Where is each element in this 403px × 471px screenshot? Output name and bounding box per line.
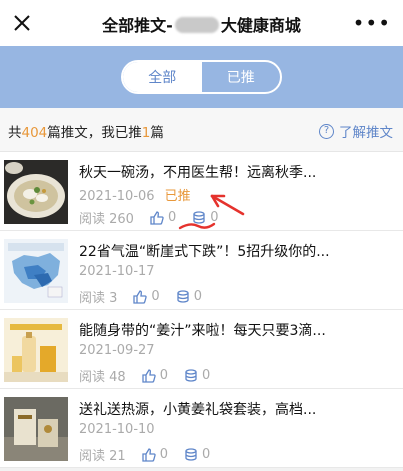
question-icon: ? xyxy=(319,123,334,139)
redacted-name-blur xyxy=(174,17,219,33)
read-count: 阅读 48 xyxy=(79,370,126,385)
help-label: 了解推文 xyxy=(339,125,393,141)
list-item[interactable]: 送礼送热源，小黄姜礼袋套装，高档... 2021-10-10 阅读 21 0 0 xyxy=(0,389,403,468)
article-thumbnail xyxy=(4,239,68,303)
like-count: 0 xyxy=(167,210,177,225)
like-stat: 0 xyxy=(133,289,160,304)
article-meta: 2021-09-27 xyxy=(79,343,155,358)
page-title-suffix: 大健康商城 xyxy=(220,16,301,35)
page-title: 全部推文- 大健康商城 xyxy=(60,12,343,36)
read-count: 阅读 21 xyxy=(79,449,126,464)
summary-part-1: 共 xyxy=(8,125,22,141)
article-thumbnail xyxy=(4,160,68,224)
article-stats: 阅读 3 0 0 xyxy=(79,287,218,306)
thumbs-up-icon xyxy=(150,210,164,225)
thumbs-up-icon xyxy=(142,368,156,383)
coin-stack-icon xyxy=(185,447,197,461)
like-count: 0 xyxy=(159,447,168,462)
article-stats: 阅读 260 0 0 xyxy=(79,208,235,227)
share-count: 0 xyxy=(193,289,202,304)
help-link[interactable]: ? 了解推文 xyxy=(319,121,393,141)
article-title: 能随身带的“姜汁”来啦！每天只要3滴... xyxy=(79,323,326,339)
article-date: 2021-10-17 xyxy=(79,264,155,279)
read-count: 阅读 3 xyxy=(79,291,118,306)
article-thumbnail xyxy=(4,318,68,382)
article-title: 秋天一碗汤，不用医生帮！远离秋季... xyxy=(79,165,317,181)
article-meta: 2021-10-17 xyxy=(79,264,155,279)
total-count: 404 xyxy=(21,125,48,141)
article-status: 已推 xyxy=(164,189,191,204)
article-meta: 2021-10-10 xyxy=(79,422,155,437)
share-stat: 0 xyxy=(184,447,210,462)
share-stat: 0 xyxy=(176,289,202,304)
list-item[interactable]: 秋天一碗汤，不用医生帮！远离秋季... 2021-10-06 已推 阅读 260 … xyxy=(0,152,403,231)
like-count: 0 xyxy=(151,289,160,304)
top-bar: 全部推文- 大健康商城 ••• xyxy=(0,0,403,46)
share-stat: 0 xyxy=(184,368,210,383)
article-stats: 阅读 48 0 0 xyxy=(79,366,226,385)
read-count: 阅读 260 xyxy=(79,212,134,227)
list-item[interactable]: 22省气温“断崖式下跌”！5招升级你的... 2021-10-17 阅读 3 0… xyxy=(0,231,403,310)
like-stat: 0 xyxy=(150,210,176,225)
article-stats: 阅读 21 0 0 xyxy=(79,445,226,464)
coin-stack-icon xyxy=(177,289,189,303)
summary-part-3: 篇 xyxy=(150,125,164,141)
summary-bar: 共404篇推文，我已推1篇 ? 了解推文 xyxy=(0,108,403,152)
share-count: 0 xyxy=(210,210,219,225)
share-stat: 0 xyxy=(192,210,219,225)
article-date: 2021-10-06 xyxy=(79,189,155,204)
close-icon[interactable] xyxy=(12,13,32,33)
page-title-prefix: 全部推文- xyxy=(102,16,173,35)
coin-stack-icon xyxy=(193,210,205,224)
coin-stack-icon xyxy=(185,368,197,382)
article-title: 送礼送热源，小黄姜礼袋套装，高档... xyxy=(79,402,317,418)
article-date: 2021-09-27 xyxy=(79,343,155,358)
article-date: 2021-10-10 xyxy=(79,422,155,437)
like-count: 0 xyxy=(159,368,168,383)
like-stat: 0 xyxy=(142,368,168,383)
list-item[interactable]: 能随身带的“姜汁”来啦！每天只要3滴... 2021-09-27 阅读 48 0… xyxy=(0,310,403,389)
thumbs-up-icon xyxy=(142,447,156,462)
article-meta: 2021-10-06 已推 xyxy=(79,185,191,204)
share-count: 0 xyxy=(201,368,211,383)
tab-all[interactable]: 全部 xyxy=(123,62,202,92)
article-title: 22省气温“断崖式下跌”！5招升级你的... xyxy=(79,244,330,260)
summary-text: 共404篇推文，我已推1篇 xyxy=(8,121,164,141)
like-stat: 0 xyxy=(142,447,168,462)
article-thumbnail xyxy=(4,397,68,461)
share-count: 0 xyxy=(201,447,211,462)
summary-part-2: 篇推文，我已推 xyxy=(47,125,142,141)
tab-pushed[interactable]: 已推 xyxy=(202,62,281,92)
thumbs-up-icon xyxy=(133,289,148,304)
segmented-control: 全部 已推 xyxy=(121,60,282,94)
article-list: 秋天一碗汤，不用医生帮！远离秋季... 2021-10-06 已推 阅读 260 … xyxy=(0,152,403,468)
more-icon[interactable]: ••• xyxy=(353,13,391,33)
